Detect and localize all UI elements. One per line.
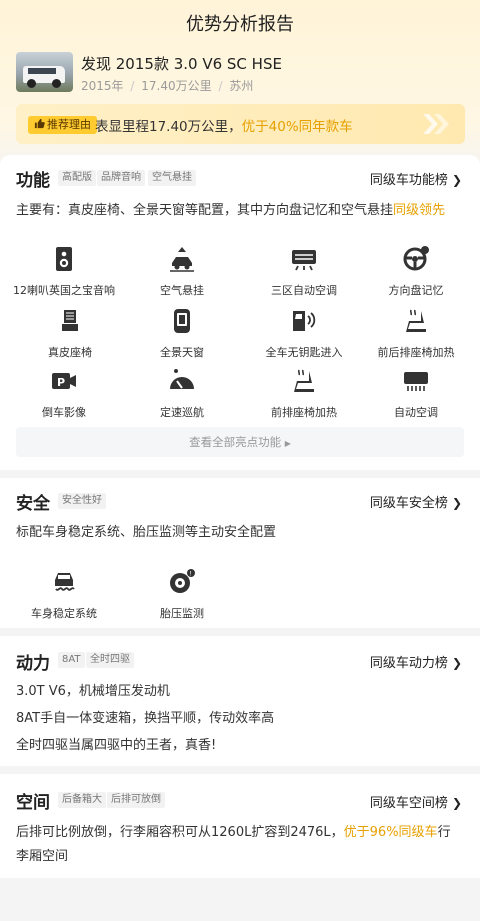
auto-ac-icon — [404, 372, 428, 391]
power-line: 8AT手自一体变速箱，换挡平顺，传动效率高 — [16, 711, 275, 726]
feature-label: 前后排座椅加热 — [377, 346, 455, 359]
safety-card: 安全 安全性好 同级车安全榜 ❯ 标配车身稳定系统、胎压监测等主动安全配置 车身稳… — [0, 478, 480, 628]
feature-item[interactable]: 全景天窗 — [122, 307, 242, 360]
space-rank-link[interactable]: 同级车空间榜 ❯ — [370, 792, 462, 811]
space-card: 空间 后备箱大 后排可放倒 同级车空间榜 ❯ 后排可比例放倒，行李厢容积可从126… — [0, 774, 480, 878]
feature-item[interactable]: P 倒车影像 — [4, 367, 124, 420]
air-suspension-icon — [170, 247, 194, 272]
car-name: 发现 2015款 3.0 V6 SC HSE — [81, 55, 282, 73]
feature-item[interactable]: 定速巡航 — [122, 367, 242, 420]
speaker-icon — [56, 247, 72, 271]
meta-separator: / — [130, 79, 135, 93]
power-tag: 全时四驱 — [86, 652, 134, 668]
feature-item[interactable]: 自动空调 — [356, 367, 476, 420]
safety-desc: 标配车身稳定系统、胎压监测等主动安全配置 — [16, 525, 277, 540]
feature-item[interactable]: 三区自动空调 — [244, 245, 364, 298]
feature-label: 真皮座椅 — [48, 346, 92, 359]
function-title: 功能 — [16, 171, 50, 191]
feature-label: 12喇叭英国之宝音响 — [13, 284, 115, 297]
feature-label: 胎压监测 — [160, 607, 204, 620]
feature-item[interactable]: 车身稳定系统 — [4, 568, 124, 621]
chevron-right-icon: ❯ — [451, 796, 462, 810]
safety-rank-link[interactable]: 同级车安全榜 ❯ — [370, 492, 462, 511]
feature-item[interactable]: 12喇叭英国之宝音响 — [4, 245, 124, 298]
climate-control-icon — [292, 250, 316, 271]
chevron-right-icon: ❯ — [451, 173, 462, 187]
space-desc: 后排可比例放倒，行李厢容积可从1260L扩容到2476L，优于96%同级车行 李厢… — [16, 825, 451, 864]
function-desc-highlight: 同级领先 — [393, 203, 446, 218]
sunroof-icon — [174, 309, 190, 333]
cruise-control-icon — [170, 369, 194, 389]
chevron-right-icon: ❯ — [451, 656, 462, 670]
triangle-right-icon: ▶ — [284, 439, 291, 448]
function-tag: 品牌音响 — [97, 170, 145, 186]
space-title: 空间 — [16, 793, 50, 813]
feature-item[interactable]: 方向盘记忆 — [356, 245, 476, 298]
function-rank-link[interactable]: 同级车功能榜 ❯ — [370, 169, 462, 188]
thumbs-up-icon — [34, 118, 45, 129]
feature-label: 三区自动空调 — [271, 284, 337, 297]
power-rank-link[interactable]: 同级车动力榜 ❯ — [370, 652, 462, 671]
feature-label: 定速巡航 — [160, 406, 204, 419]
chevron-decoration-icon — [423, 114, 449, 134]
space-desc-highlight: 优于96%同级车 — [343, 825, 438, 840]
function-tag: 空气悬挂 — [148, 170, 196, 186]
function-tag: 高配版 — [58, 170, 96, 186]
space-tag: 后排可放倒 — [107, 792, 165, 808]
tire-pressure-icon: ! — [170, 569, 195, 593]
chevron-right-icon: ❯ — [451, 496, 462, 510]
svg-text:P: P — [57, 376, 65, 389]
feature-label: 方向盘记忆 — [388, 284, 444, 297]
front-seat-heating-icon — [294, 369, 314, 392]
space-tag: 后备箱大 — [58, 792, 106, 808]
recommend-reason-bar: 推荐理由 表显里程17.40万公里，优于40%同年款车 — [16, 104, 465, 144]
leather-seat-icon — [62, 310, 78, 331]
car-meta: 2015年 / 17.40万公里 / 苏州 — [81, 77, 253, 94]
meta-separator: / — [218, 79, 223, 93]
power-line: 3.0T V6，机械增压发动机 — [16, 684, 170, 699]
keyless-entry-icon — [293, 311, 316, 331]
car-thumbnail[interactable] — [16, 52, 73, 92]
function-desc: 主要有：真皮座椅、全景天窗等配置，其中方向盘记忆和空气悬挂同级领先 — [16, 203, 446, 218]
feature-label: 倒车影像 — [42, 406, 86, 419]
feature-item[interactable]: 前后排座椅加热 — [356, 307, 476, 360]
seat-heating-icon — [406, 309, 426, 332]
feature-item[interactable]: 真皮座椅 — [10, 307, 130, 360]
function-card: 功能 高配版 品牌音响 空气悬挂 同级车功能榜 ❯ 主要有：真皮座椅、全景天窗等配… — [0, 155, 480, 470]
feature-label: 空气悬挂 — [160, 284, 204, 297]
safety-tag: 安全性好 — [58, 493, 106, 509]
car-year: 2015年 — [81, 79, 124, 93]
recommend-reason-text: 表显里程17.40万公里，优于40%同年款车 — [95, 119, 353, 135]
parking-camera-icon: P — [52, 373, 76, 389]
car-city: 苏州 — [229, 79, 254, 93]
feature-item[interactable]: 全车无钥匙进入 — [244, 307, 364, 360]
power-card: 动力 8AT 全时四驱 同级车动力榜 ❯ 3.0T V6，机械增压发动机 8AT手… — [0, 636, 480, 766]
recommend-reason-tag: 推荐理由 — [28, 116, 97, 134]
view-all-features-button[interactable]: 查看全部亮点功能 ▶ — [16, 427, 464, 457]
stability-control-icon — [55, 573, 75, 591]
svg-text:!: ! — [189, 571, 191, 578]
feature-label: 自动空调 — [394, 406, 438, 419]
steering-wheel-icon — [403, 246, 429, 271]
feature-item[interactable]: 前排座椅加热 — [244, 367, 364, 420]
feature-item[interactable]: 空气悬挂 — [122, 245, 242, 298]
feature-item[interactable]: ! 胎压监测 — [122, 568, 242, 621]
feature-label: 全车无钥匙进入 — [265, 346, 343, 359]
reason-highlight: 优于40%同年款车 — [241, 119, 353, 135]
car-mileage: 17.40万公里 — [141, 79, 212, 93]
safety-title: 安全 — [16, 494, 50, 514]
feature-label: 全景天窗 — [160, 346, 204, 359]
power-title: 动力 — [16, 654, 50, 674]
power-line: 全时四驱当属四驱中的王者，真香! — [16, 738, 217, 753]
power-tag: 8AT — [58, 652, 85, 668]
page-title: 优势分析报告 — [186, 14, 294, 35]
feature-label: 前排座椅加热 — [271, 406, 337, 419]
feature-label: 车身稳定系统 — [31, 607, 97, 620]
